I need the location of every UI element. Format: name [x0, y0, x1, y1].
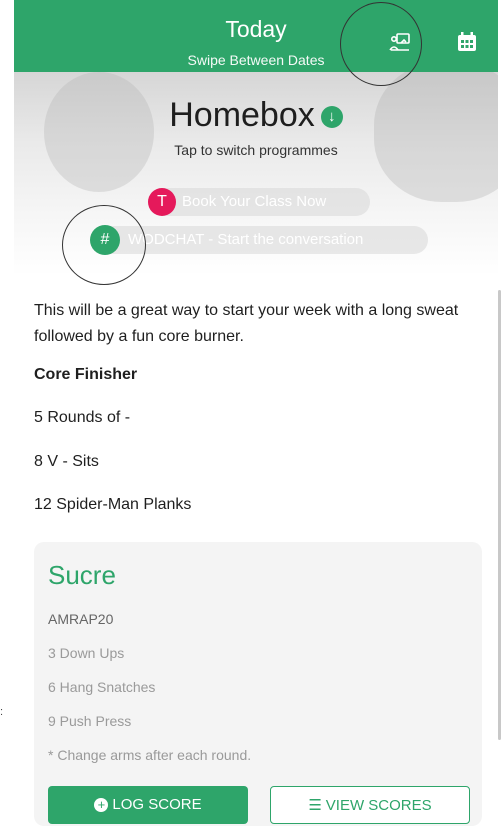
card-title: Sucre: [48, 560, 116, 590]
programme-name: Homebox: [169, 96, 315, 134]
edge-mark: :: [0, 706, 4, 718]
scrollbar[interactable]: [498, 290, 501, 740]
date-subtitle: Swipe Between Dates: [187, 52, 325, 68]
workout-heading: Core Finisher: [34, 366, 138, 383]
calendar-icon[interactable]: [455, 30, 479, 54]
book-class-label: Book Your Class Now: [182, 193, 327, 210]
list-icon: ☰: [308, 797, 322, 814]
plus-circle-icon: +: [94, 798, 109, 812]
hero-photo-shape: [374, 72, 498, 202]
view-scores-button[interactable]: ☰ VIEW SCORES: [270, 786, 470, 824]
workout-card: Sucre AMRAP20 3 Down Ups 6 Hang Snatches…: [34, 542, 482, 826]
card-line: 6 Hang Snatches: [48, 679, 156, 695]
top-bar: Today Swipe Between Dates: [14, 0, 498, 72]
card-line: AMRAP20: [48, 611, 114, 627]
card-line: * Change arms after each round.: [48, 747, 252, 763]
programme-selector[interactable]: Homebox ↓: [14, 96, 498, 135]
date-title[interactable]: Today: [14, 16, 498, 43]
workout-line: 8 V - Sits: [34, 453, 99, 470]
card-line: 3 Down Ups: [48, 645, 125, 661]
card-line: 9 Push Press: [48, 713, 132, 729]
workout-line: 12 Spider-Man Planks: [34, 496, 192, 513]
highlight-circle: [62, 205, 146, 285]
highlight-circle: [340, 2, 422, 86]
book-class-button[interactable]: T Book Your Class Now: [148, 188, 370, 216]
log-score-button[interactable]: + LOG SCORE: [48, 786, 248, 824]
book-avatar-badge: T: [148, 188, 176, 216]
view-scores-label: VIEW SCORES: [325, 797, 432, 814]
log-score-label: LOG SCORE: [112, 796, 202, 813]
arrow-down-icon: ↓: [320, 106, 343, 128]
wodchat-label: WODCHAT - Start the conversation: [128, 231, 364, 248]
workout-line: 5 Rounds of -: [34, 409, 131, 426]
workout-intro: This will be a great way to start your w…: [34, 302, 459, 345]
programme-hint: Tap to switch programmes: [174, 142, 338, 158]
